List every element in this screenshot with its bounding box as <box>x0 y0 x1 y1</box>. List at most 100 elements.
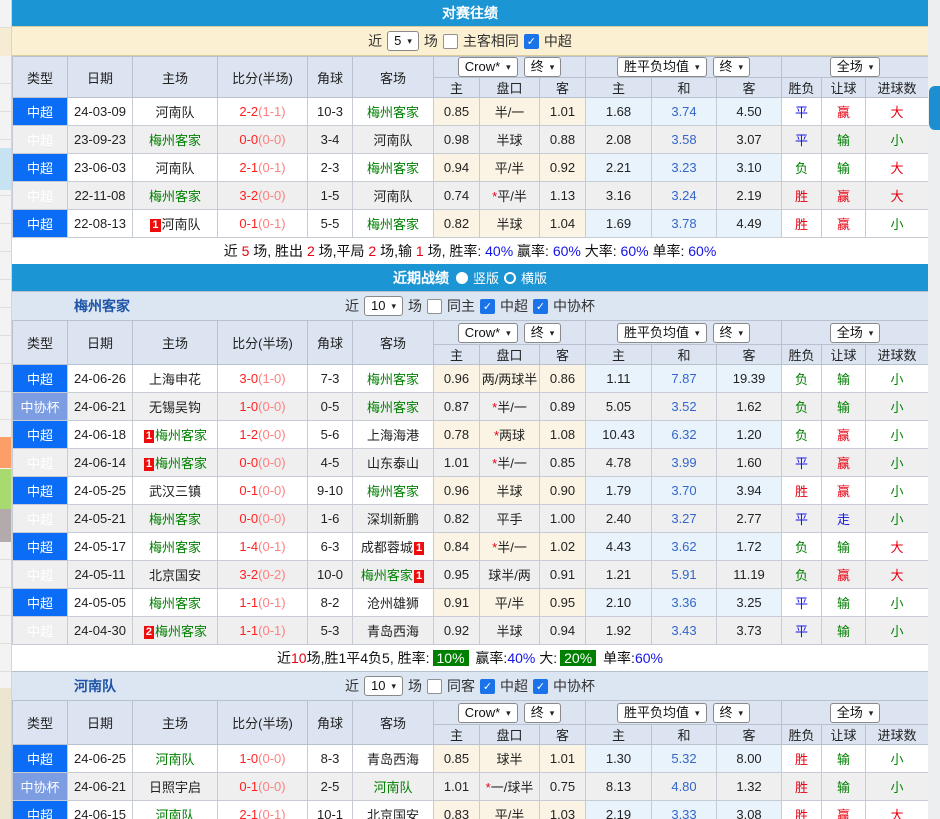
team-name: 梅州客家 <box>366 372 419 387</box>
sec1-count-select[interactable]: 10 ▾ <box>364 676 403 696</box>
sec1-group2-select-0[interactable]: 全场 ▾ <box>829 702 881 723</box>
select-value: Crow* <box>464 704 501 720</box>
view-radio-1[interactable] <box>504 271 516 284</box>
sec0-summary-segment: 40% <box>507 650 536 666</box>
team-name: 武汉三镇 <box>148 484 201 499</box>
match-row: 中超 23-09-23 梅州客家 0-0(0-0) 3-4 河南队 0.98 半球 0.88 2.… <box>12 125 930 154</box>
match-row: 中协杯 24-06-21 无锡吴钩 1-0(0-0) 0-5 梅州客家 0.87 *半/一 0.… <box>12 392 930 421</box>
sec1-header-group-0: Crow* ▾ 终 ▾ <box>433 700 586 725</box>
fulltime-score: 1-4 <box>239 539 259 554</box>
score-cell: 0-0(0-0) <box>217 448 308 477</box>
h2h-group1-select-1[interactable]: 终 ▾ <box>712 57 751 77</box>
h2h-group2-select-0[interactable]: 全场 ▾ <box>829 57 881 77</box>
sec0-group0-select-1[interactable]: 终 ▾ <box>523 322 562 343</box>
avg-home-cell: 4.78 <box>585 448 652 477</box>
avg-away-cell: 3.25 <box>715 588 783 617</box>
sec0-checkbox-0[interactable] <box>427 298 442 314</box>
away-odds-cell: 1.01 <box>539 744 586 773</box>
chevron-down-icon: ▾ <box>868 62 874 72</box>
sec1-group0-select-0[interactable]: Crow* ▾ <box>457 702 518 723</box>
sec0-group2-select-0[interactable]: 全场 ▾ <box>829 322 881 343</box>
competition-cell: 中超 <box>12 616 68 645</box>
avg-away-cell: 3.94 <box>715 476 783 505</box>
select-value: 胜平负均值 <box>623 59 689 74</box>
sec1-group1-select-1[interactable]: 终 ▾ <box>712 702 751 723</box>
sec1-checkbox-2[interactable]: ✓ <box>533 678 548 694</box>
sec1-table: 类型 日期 主场 比分(半场) 角球 客场 Crow* ▾ 终 ▾ 胜平负均值 ▾ 终 ▾ 全场 ▾ 主盘口客主… <box>12 700 930 819</box>
sec0-header-group-0: Crow* ▾ 终 ▾ <box>433 320 586 345</box>
right-edge-area <box>928 0 940 819</box>
away-team-cell: 梅州客家 <box>352 209 434 238</box>
handicap-cell: 平/半 <box>479 800 540 819</box>
h2h-checkbox-1[interactable]: ✓ <box>523 33 539 49</box>
corner-cell: 8-3 <box>307 744 353 773</box>
sec0-summary-segment: 10% <box>432 650 469 666</box>
h2h-summary-segment: 40% <box>485 243 514 259</box>
sec1-checkbox-1[interactable]: ✓ <box>480 678 495 694</box>
home-team-cell: 梅州客家 <box>132 504 218 533</box>
h2h-group1-select-0[interactable]: 胜平负均值 ▾ <box>616 57 707 77</box>
sec0-group1-select-0[interactable]: 胜平负均值 ▾ <box>616 322 707 343</box>
away-team-cell: 北京国安 <box>352 800 434 819</box>
avg-home-cell: 5.05 <box>585 392 652 421</box>
handicap-cell: 平/半 <box>479 153 540 182</box>
sec0-checkbox-1[interactable]: ✓ <box>480 298 495 314</box>
away-odds-cell: 1.08 <box>539 420 586 449</box>
column-subheader: 主 <box>585 77 652 98</box>
sec0-group0-select-0[interactable]: Crow* ▾ <box>457 322 518 343</box>
team-name: 梅州客家 <box>155 428 208 443</box>
h2h-header-group-2: 全场 ▾ <box>781 56 930 78</box>
h2h-summary-segment: 60% <box>620 243 649 259</box>
fulltime-score: 2-1 <box>239 807 259 819</box>
away-odds-cell: 1.13 <box>539 181 586 210</box>
halftime-score: (0-2) <box>258 567 286 582</box>
table-body: 中超 24-06-25 河南队 1-0(0-0) 8-3 青岛西海 0.85 球半 1.01 1.… <box>12 744 930 819</box>
h2h-header-group-0: Crow* ▾ 终 ▾ <box>433 56 586 78</box>
h2h-group0-select-0[interactable]: Crow* ▾ <box>457 57 518 77</box>
view-radio-label-0: 竖版 <box>472 271 499 286</box>
away-team-cell: 成都蓉城 1 <box>352 532 434 561</box>
handicap-result-cell: 输 <box>821 616 867 645</box>
h2h-checkbox-0[interactable] <box>442 33 458 49</box>
sec1-checkbox-0[interactable] <box>427 678 442 694</box>
away-odds-cell: 1.02 <box>539 532 586 561</box>
chevron-down-icon: ▾ <box>738 62 744 72</box>
avg-home-cell: 4.43 <box>585 532 652 561</box>
sec0-group1-select-1[interactable]: 终 ▾ <box>712 322 751 343</box>
team-name: 梅州客家 <box>148 596 201 611</box>
column-subheader: 胜负 <box>781 77 823 98</box>
team-name: 北京国安 <box>148 568 201 583</box>
select-value: 终 <box>719 324 733 340</box>
competition-cell: 中超 <box>12 153 68 182</box>
column-subheader: 客 <box>539 724 586 745</box>
h2h-count-select[interactable]: 5 ▾ <box>387 31 419 51</box>
side-tab-button[interactable] <box>929 86 940 130</box>
select-value: 10 <box>371 298 386 313</box>
column-subheader: 主 <box>585 344 652 365</box>
team-name: 日照宇启 <box>148 780 201 795</box>
team-name: 河南队 <box>373 780 413 795</box>
select-value: 胜平负均值 <box>623 324 689 340</box>
h2h-group0-select-1[interactable]: 终 ▾ <box>523 57 562 77</box>
rank-badge: 1 <box>143 458 155 471</box>
chevron-down-icon: ▾ <box>506 707 511 718</box>
sec0-count-select[interactable]: 10 ▾ <box>364 296 403 316</box>
handicap-text: 平/半 <box>497 189 527 204</box>
sec0-checkbox-2[interactable]: ✓ <box>533 298 548 314</box>
team-name: 梅州客家 <box>366 161 419 176</box>
sec1-group1-select-0[interactable]: 胜平负均值 ▾ <box>616 702 707 723</box>
date-cell: 24-06-21 <box>67 392 133 421</box>
avg-away-cell: 8.00 <box>715 744 783 773</box>
sec1-games-label: 场 <box>408 678 422 694</box>
goals-result-cell: 大 <box>865 97 930 126</box>
team-name: 梅州客家 <box>155 456 208 471</box>
corner-cell: 10-1 <box>307 800 353 819</box>
sec1-group0-select-1[interactable]: 终 ▾ <box>523 702 562 723</box>
column-header: 客场 <box>352 700 434 745</box>
score-cell: 1-2(0-0) <box>217 420 308 449</box>
goals-result-cell: 小 <box>865 209 930 238</box>
team-name: 成都蓉城 <box>360 540 413 555</box>
column-subheader: 主 <box>433 724 480 745</box>
column-header: 日期 <box>67 700 133 745</box>
view-radio-0[interactable] <box>455 271 468 284</box>
